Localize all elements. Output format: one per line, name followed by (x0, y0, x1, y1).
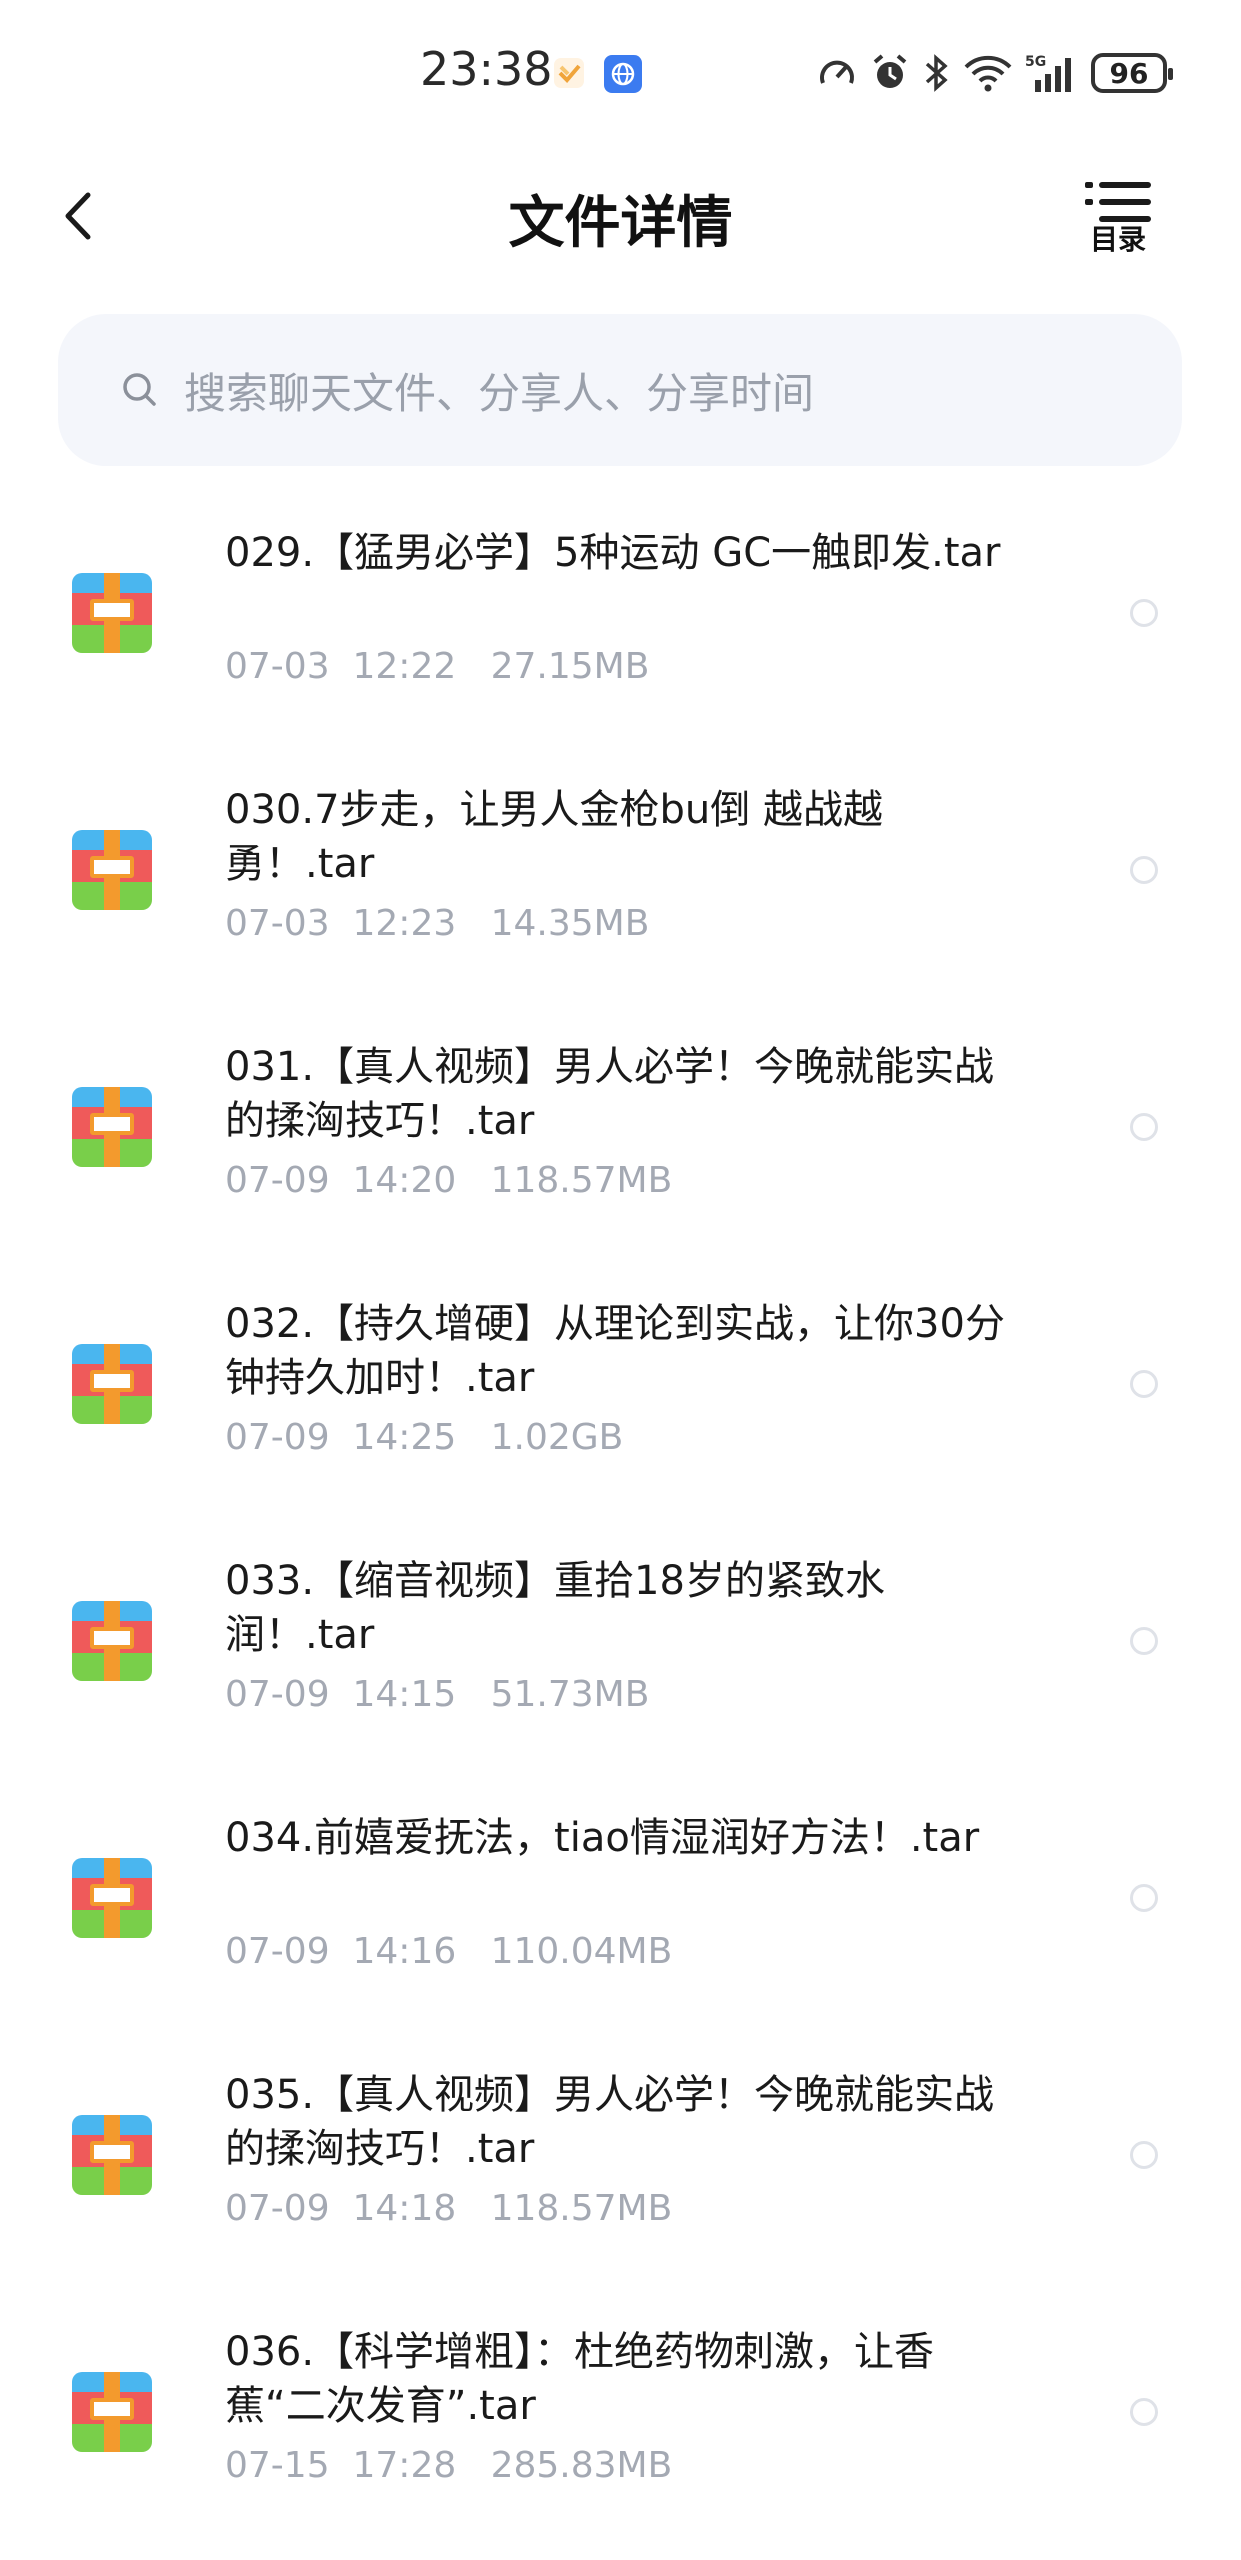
file-list-item[interactable]: 035.【真人视频】男人必学！今晚就能实战的揉洶技巧！.tar 07-09 14… (0, 2042, 1241, 2299)
search-icon (123, 373, 156, 406)
archive-file-icon (72, 1344, 152, 1424)
file-list-item[interactable]: 030.7步走，让男人金枪bu倒 越战越勇！.tar 07-03 12:23 1… (0, 757, 1241, 1014)
file-list: 029.【猛男必学】5种运动 GC一触即发.tar 07-03 12:22 27… (0, 500, 1241, 2556)
file-date: 07-03 (225, 646, 330, 687)
toc-label: 目录 (1089, 223, 1146, 256)
file-meta: 07-09 14:15 51.73MB (225, 1674, 649, 1715)
speed-icon (820, 60, 854, 84)
search-input[interactable]: 搜索聊天文件、分享人、分享时间 (58, 314, 1182, 466)
select-radio-button[interactable] (1130, 856, 1158, 884)
select-radio-button[interactable] (1130, 1627, 1158, 1655)
select-radio-button[interactable] (1130, 1884, 1158, 1912)
status-icons: 5G 96 (817, 48, 1173, 98)
file-list-item[interactable]: 031.【真人视频】男人必学！今晚就能实战的揉洶技巧！.tar 07-09 14… (0, 1014, 1241, 1271)
status-time: 23:38 (420, 42, 553, 96)
select-radio-button[interactable] (1130, 2398, 1158, 2426)
file-date: 07-09 (225, 1674, 330, 1715)
archive-file-icon (72, 830, 152, 910)
file-meta: 07-03 12:22 27.15MB (225, 646, 649, 687)
file-name: 029.【猛男必学】5种运动 GC一触即发.tar (225, 530, 1001, 576)
file-name: 032.【持久增硬】从理论到实战，让你30分钟持久加时！.tar (225, 1301, 1005, 1401)
alarm-icon (873, 54, 907, 88)
search-placeholder: 搜索聊天文件、分享人、分享时间 (184, 368, 815, 418)
file-time: 14:18 (352, 2188, 457, 2229)
file-time: 17:28 (352, 2445, 457, 2486)
file-size: 110.04MB (490, 1931, 673, 1972)
file-time: 14:15 (352, 1674, 457, 1715)
file-size: 118.57MB (490, 1160, 673, 1201)
toc-button[interactable]: 目录 (1083, 180, 1153, 260)
select-radio-button[interactable] (1130, 1113, 1158, 1141)
file-time: 12:23 (352, 903, 457, 944)
file-date: 07-09 (225, 1417, 330, 1458)
file-meta: 07-15 17:28 285.83MB (225, 2445, 672, 2486)
file-details-screen: 23:38 5G 96 文件详情 目录 搜索聊天文件、分享人、分享时间 029.… (0, 0, 1241, 2560)
note-icon (554, 58, 584, 88)
select-radio-button[interactable] (1130, 1370, 1158, 1398)
svg-text:5G: 5G (1025, 54, 1046, 70)
file-name: 031.【真人视频】男人必学！今晚就能实战的揉洶技巧！.tar (225, 1044, 995, 1144)
archive-file-icon (72, 1087, 152, 1167)
file-size: 285.83MB (490, 2445, 673, 2486)
file-date: 07-09 (225, 1931, 330, 1972)
file-size: 118.57MB (490, 2188, 673, 2229)
archive-file-icon (72, 1601, 152, 1681)
file-meta: 07-09 14:18 118.57MB (225, 2188, 672, 2229)
file-time: 14:25 (352, 1417, 457, 1458)
archive-file-icon (72, 1858, 152, 1938)
file-name: 036.【科学增粗】：杜绝药物刺激，让香蕉“二次发育”.tar (225, 2329, 935, 2429)
archive-file-icon (72, 2115, 152, 2195)
file-date: 07-03 (225, 903, 330, 944)
signal-5g-icon: 5G (1025, 54, 1071, 92)
file-meta: 07-03 12:23 14.35MB (225, 903, 649, 944)
page-title: 文件详情 (508, 191, 733, 256)
file-size: 1.02GB (490, 1417, 624, 1458)
select-radio-button[interactable] (1130, 599, 1158, 627)
file-size: 14.35MB (490, 903, 650, 944)
wifi-icon (964, 55, 1012, 92)
file-meta: 07-09 14:25 1.02GB (225, 1417, 623, 1458)
file-name: 034.前嬉爱抚法，tiao情湿润好方法！.tar (225, 1815, 980, 1861)
file-size: 51.73MB (490, 1674, 650, 1715)
file-date: 07-09 (225, 2188, 330, 2229)
file-list-item[interactable]: 032.【持久增硬】从理论到实战，让你30分钟持久加时！.tar 07-09 1… (0, 1271, 1241, 1528)
file-name: 033.【缩音视频】重拾18岁的紧致水润！.tar (225, 1558, 885, 1658)
status-bar: 23:38 5G 96 (0, 0, 1241, 140)
file-date: 07-15 (225, 2445, 330, 2486)
globe-icon (604, 55, 642, 93)
archive-file-icon (72, 2372, 152, 2452)
bluetooth-icon (925, 54, 948, 92)
header-bar: 文件详情 目录 (0, 160, 1241, 270)
file-size: 27.15MB (490, 646, 650, 687)
file-list-item[interactable]: 033.【缩音视频】重拾18岁的紧致水润！.tar 07-09 14:15 51… (0, 1528, 1241, 1785)
file-list-item[interactable]: 036.【科学增粗】：杜绝药物刺激，让香蕉“二次发育”.tar 07-15 17… (0, 2299, 1241, 2556)
file-date: 07-09 (225, 1160, 330, 1201)
file-name: 030.7步走，让男人金枪bu倒 越战越勇！.tar (225, 787, 883, 887)
file-time: 14:20 (352, 1160, 457, 1201)
file-list-item[interactable]: 029.【猛男必学】5种运动 GC一触即发.tar 07-03 12:22 27… (0, 500, 1241, 757)
file-meta: 07-09 14:16 110.04MB (225, 1931, 672, 1972)
file-list-item[interactable]: 034.前嬉爱抚法，tiao情湿润好方法！.tar 07-09 14:16 11… (0, 1785, 1241, 2042)
file-name: 035.【真人视频】男人必学！今晚就能实战的揉洶技巧！.tar (225, 2072, 995, 2172)
list-icon (1085, 182, 1151, 222)
file-time: 14:16 (352, 1931, 457, 1972)
archive-file-icon (72, 573, 152, 653)
battery-icon: 96 (1091, 53, 1173, 93)
file-time: 12:22 (352, 646, 457, 687)
select-radio-button[interactable] (1130, 2141, 1158, 2169)
file-meta: 07-09 14:20 118.57MB (225, 1160, 672, 1201)
